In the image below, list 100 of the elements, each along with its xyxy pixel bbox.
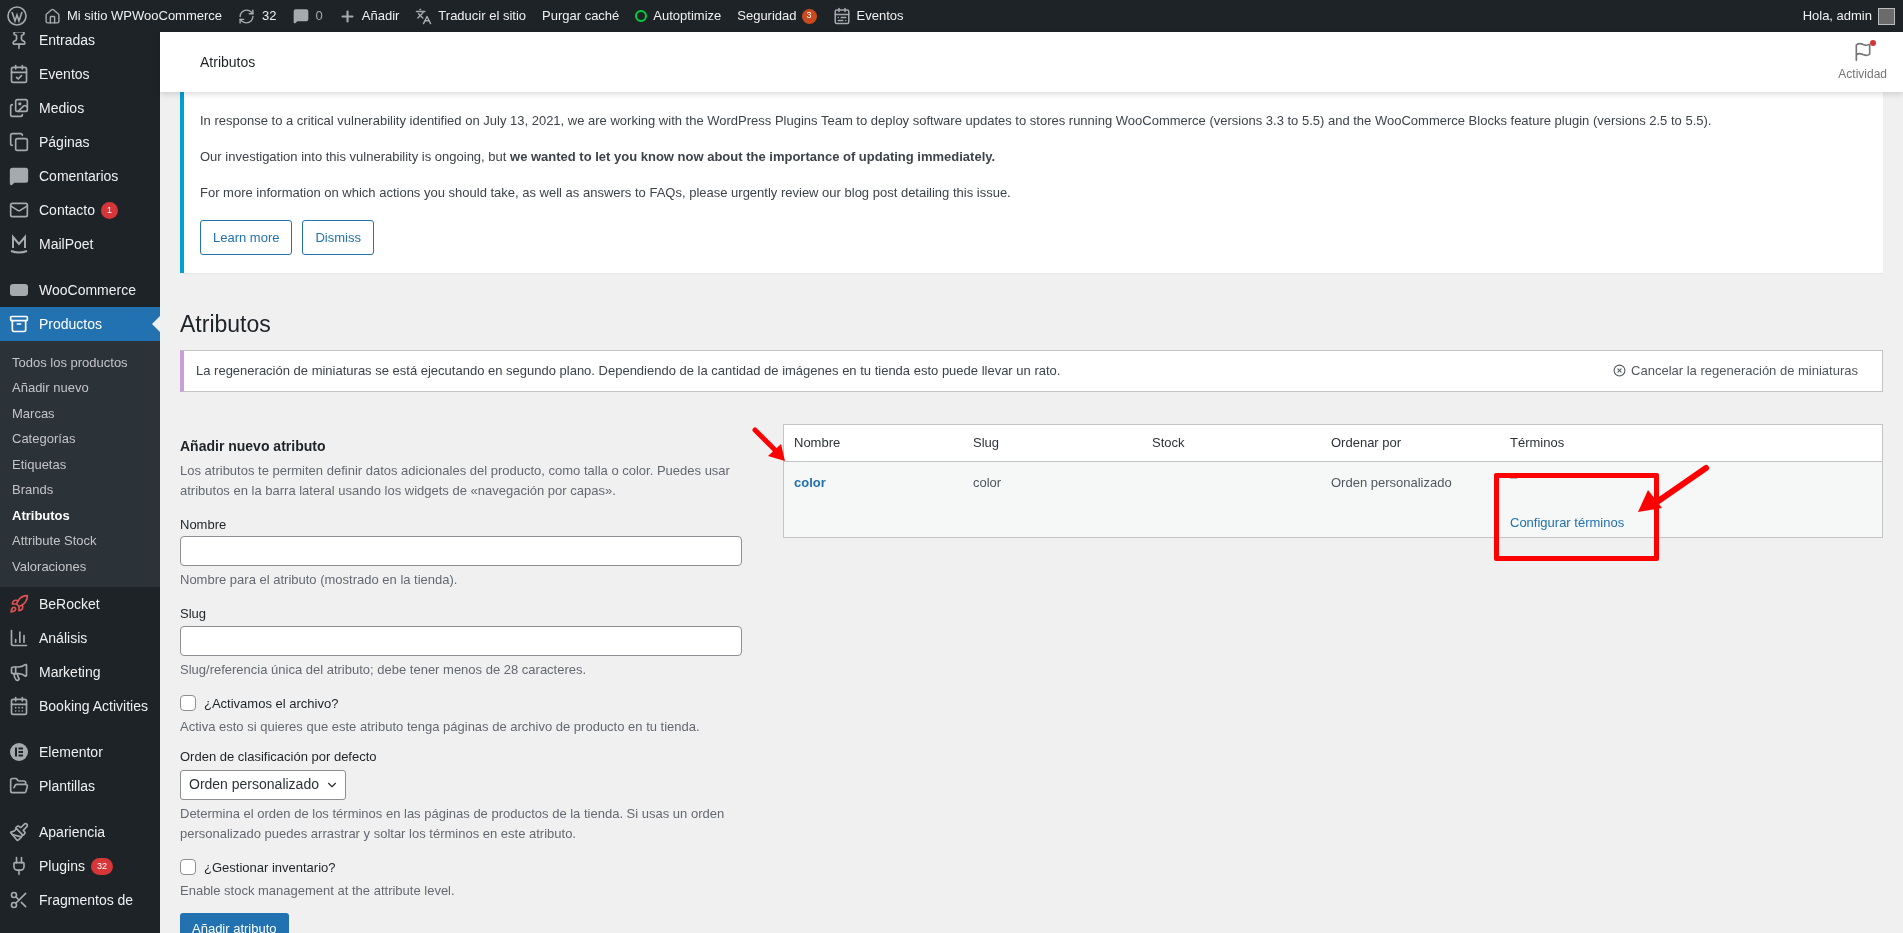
checkbox[interactable] — [180, 859, 196, 876]
pages-icon — [9, 132, 29, 152]
menu-item[interactable]: Apariencia — [0, 815, 160, 849]
menu-item[interactable]: Contacto 1 — [0, 193, 160, 227]
menu-label: Apariencia — [39, 822, 106, 842]
help-text: Activa esto si quieres que este atributo tenga páginas de archivo de producto en tu tienda. — [180, 718, 701, 736]
comment-icon — [292, 8, 309, 24]
updates-count[interactable]: 32 — [262, 6, 277, 26]
menu-item[interactable]: Comentarios — [0, 159, 160, 193]
menu-label: WooCommerce — [39, 280, 136, 300]
menu-item[interactable]: Análisis — [0, 621, 160, 655]
folder-icon — [9, 776, 29, 796]
menu-item[interactable]: Fragmentos de — [0, 883, 160, 917]
menu-label: Comentarios — [39, 166, 119, 186]
menu-label: MailPoet — [39, 234, 94, 254]
menu-label: Eventos — [39, 64, 90, 84]
add-attribute-button[interactable]: Añadir atributo — [180, 913, 289, 933]
notice-text: La regeneración de miniaturas se está ejecutando en segundo plano. Dependiendo de la cantidad de imágenes en tu tienda esto puede llevar un rato. — [196, 361, 1061, 380]
submenu-item[interactable]: Todos los productos — [0, 350, 160, 374]
events-link[interactable]: Eventos — [856, 6, 904, 26]
checkbox-label: ¿Activamos el archivo? — [204, 694, 339, 713]
autoptimize-link[interactable]: Autoptimize — [653, 6, 722, 26]
notice-button[interactable]: Learn more — [200, 220, 293, 255]
menu-label: Elementor — [39, 742, 103, 762]
table-cell: color — [973, 474, 1002, 490]
menu-item[interactable]: Productos — [0, 307, 160, 341]
annotation-arrow — [752, 427, 786, 463]
configure-terms-link[interactable]: Configurar términos — [1510, 512, 1625, 532]
menu-item[interactable]: Marketing — [0, 655, 160, 689]
submenu-item[interactable]: Etiquetas — [0, 452, 160, 476]
menu-label: Entradas — [39, 32, 96, 50]
submenu-item[interactable]: Atributos — [0, 503, 160, 527]
help-text: Enable stock management at the attribute level. — [180, 882, 456, 900]
submenu-item[interactable]: Añadir nuevo — [0, 376, 160, 399]
translate-icon — [415, 7, 433, 25]
submenu-item[interactable]: Brands — [0, 478, 160, 501]
cancel-icon — [1613, 364, 1627, 377]
site-link[interactable]: Mi sitio WPWooCommerce — [67, 6, 223, 26]
menu-item[interactable]: Elementor — [0, 735, 160, 769]
security-link[interactable]: Seguridad — [737, 6, 797, 26]
submenu-item[interactable]: Attribute Stock — [0, 529, 160, 552]
scissors-icon — [9, 890, 29, 910]
account-link[interactable]: Hola, admin — [1802, 6, 1872, 26]
menu-item[interactable]: Entradas — [0, 32, 160, 57]
notice-button[interactable]: Dismiss — [302, 220, 374, 255]
input-field[interactable] — [180, 625, 742, 656]
field-label: Nombre — [180, 515, 228, 534]
attribute-name-link[interactable]: color — [794, 474, 826, 490]
menu-item[interactable]: Eventos — [0, 57, 160, 91]
count-badge: 32 — [90, 857, 113, 875]
menu-item[interactable]: MailPoet — [0, 227, 160, 261]
comments-count[interactable]: 0 — [315, 6, 323, 26]
new-link[interactable]: Añadir — [361, 6, 400, 26]
archive-icon — [9, 314, 29, 334]
pin-icon — [9, 32, 29, 50]
menu-label: Marketing — [39, 662, 101, 682]
input-field[interactable] — [180, 536, 742, 566]
bar-chart-icon — [9, 628, 29, 648]
updates-icon — [238, 7, 256, 25]
menu-item[interactable]: WooCommerce — [0, 273, 160, 307]
menu-label: Booking Activities — [39, 696, 148, 716]
wordpress-logo-icon[interactable] — [7, 6, 27, 26]
header-title: Atributos — [200, 52, 256, 72]
submenu-item[interactable]: Marcas — [0, 401, 160, 425]
activity-button[interactable]: Actividad — [1838, 41, 1887, 83]
submenu-item[interactable]: Categorías — [0, 427, 160, 450]
menu-item[interactable]: Booking Activities — [0, 689, 160, 723]
rocket-icon — [9, 594, 29, 614]
menu-item[interactable]: Plugins 32 — [0, 849, 160, 883]
menu-item[interactable]: Plantillas — [0, 769, 160, 803]
home-icon — [44, 7, 61, 25]
submenu-item[interactable]: Valoraciones — [0, 554, 160, 578]
menu-label: Análisis — [39, 628, 88, 648]
calendar-icon — [9, 64, 29, 84]
table-cell: Orden personalizado — [1331, 474, 1452, 490]
menu-item[interactable]: Medios — [0, 91, 160, 125]
mailpoet-logo-icon — [9, 234, 29, 254]
form-heading: Añadir nuevo atributo — [180, 436, 327, 456]
mail-icon — [9, 200, 29, 220]
select-field[interactable]: Orden personalizado — [180, 769, 346, 800]
menu-item[interactable]: Páginas — [0, 125, 160, 159]
notice-text: Our investigation into this vulnerability is ongoing, but we wanted to let you know now about the importance of updating immediately. — [200, 148, 997, 166]
translate-link[interactable]: Traducir el sitio — [438, 6, 526, 26]
cancel-link[interactable]: Cancelar la regeneración de miniaturas — [1613, 360, 1858, 381]
calendar-icon — [832, 7, 851, 25]
field-label: Orden de clasificación por defecto — [180, 748, 378, 766]
menu-label: Contacto — [39, 200, 96, 220]
count-badge: 1 — [101, 201, 119, 219]
menu-item[interactable]: BeRocket — [0, 587, 160, 621]
checkbox[interactable] — [180, 695, 196, 712]
form-intro: Los atributos te permiten definir datos adicionales del producto, como talla o color. Puedes usar atributos en la barra lateral usando los widgets de «navegación por capas». — [180, 461, 731, 500]
help-text: Nombre para el atributo (mostrado en la tienda). — [180, 571, 459, 589]
menu-label: Fragmentos de — [39, 890, 134, 910]
field-label: Slug — [180, 605, 208, 623]
media-icon — [9, 98, 29, 118]
megaphone-icon — [9, 662, 29, 682]
menu-label: Plantillas — [39, 776, 96, 796]
avatar-placeholder — [1878, 7, 1895, 25]
notice-text: In response to a critical vulnerability identified on July 13, 2021, we are working with the WordPress Plugins Team to deploy software updates to stores running WooCommerce (versions 3.3 to 5.5) and the WooCommerce Blocks feature plugin (versions 2.5 to 5.5). — [200, 112, 1713, 130]
purge-cache-link[interactable]: Purgar caché — [542, 6, 620, 26]
